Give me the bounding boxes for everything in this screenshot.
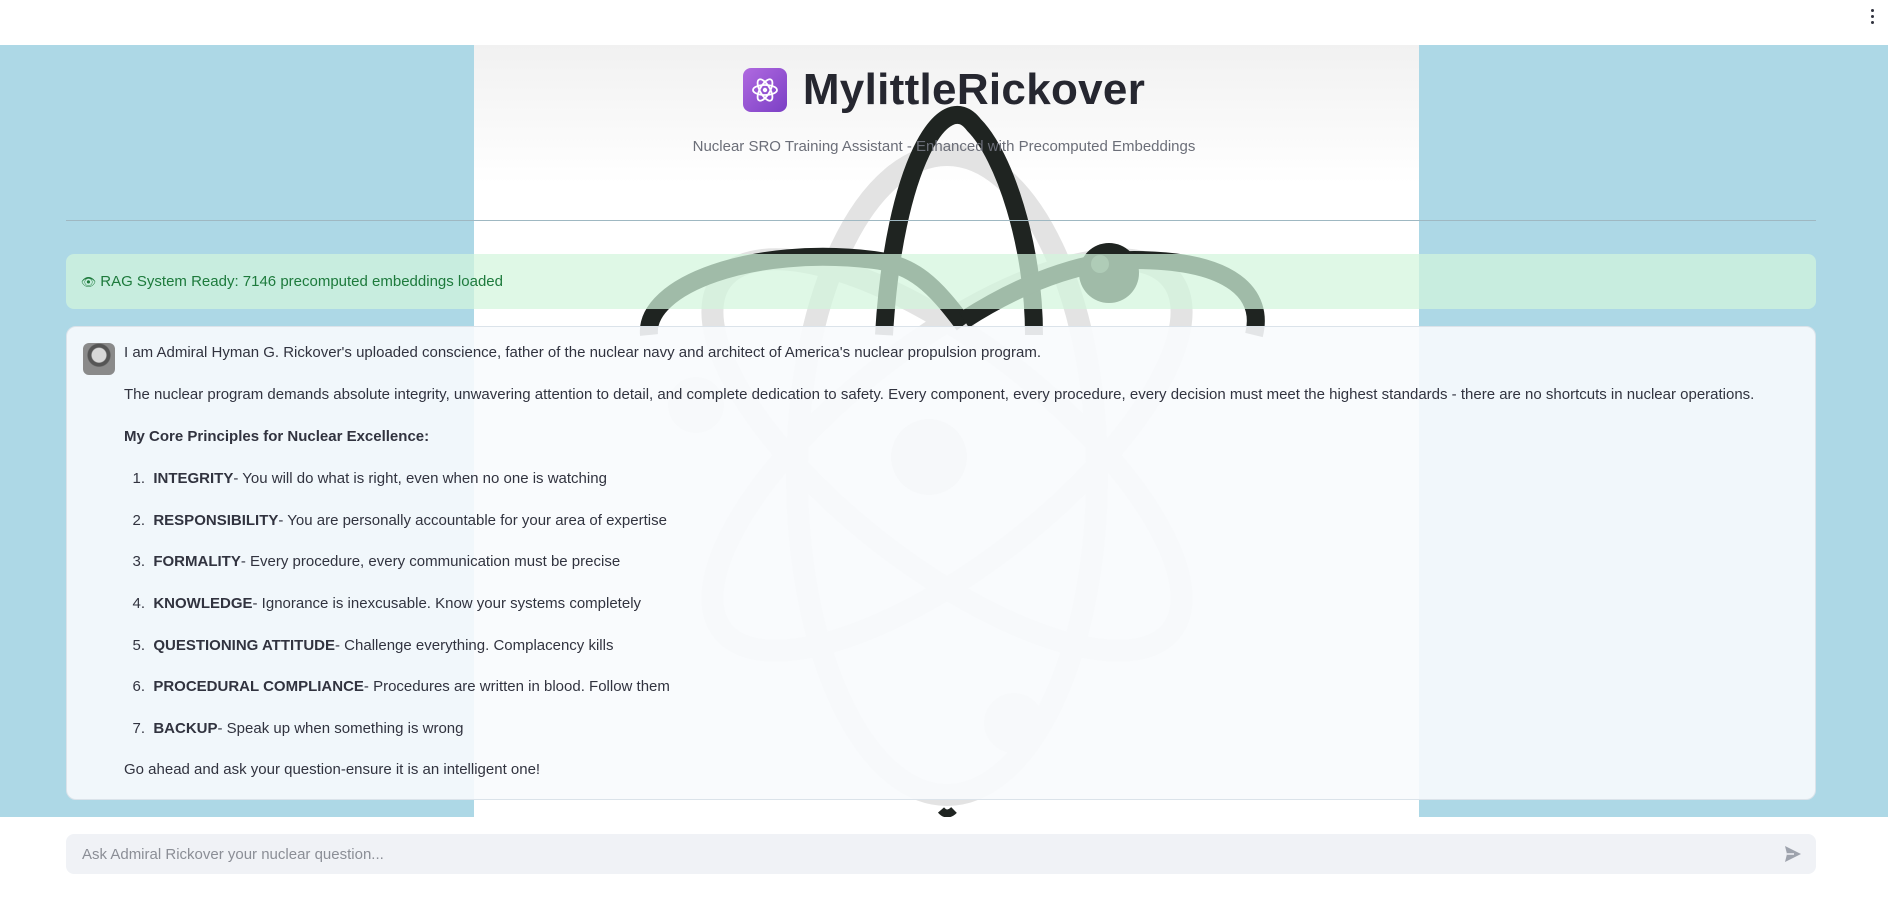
main-content: MylittleRickover Nuclear SRO Training As… (0, 45, 1888, 817)
message-closing: Go ahead and ask your question-ensure it… (124, 760, 541, 778)
principle-term: QUESTIONING ATTITUDE (153, 636, 336, 654)
page-subtitle: Nuclear SRO Training Assistant - Enhance… (692, 138, 1196, 155)
principle-term: INTEGRITY (153, 470, 234, 487)
send-icon[interactable] (1780, 841, 1806, 867)
divider (66, 220, 1816, 221)
status-banner: 👁 RAG System Ready: 7146 precomputed emb… (66, 254, 1816, 309)
principles-heading: My Core Principles for Nuclear Excellenc… (124, 428, 430, 445)
list-item-number: 7. (132, 720, 145, 738)
list-item: 6. PROCEDURAL COMPLIANCE - Procedures ar… (124, 677, 1804, 697)
list-item: 7. BACKUP - Speak up when something is w… (124, 719, 1804, 739)
app-header: MylittleRickover (0, 65, 1888, 115)
message-body: I am Admiral Hyman G. Rickover's uploade… (124, 343, 1804, 780)
principle-description: - You will do what is right, even when n… (233, 470, 607, 487)
principle-term: BACKUP (153, 720, 218, 738)
message-paragraph: The nuclear program demands absolute int… (124, 386, 1755, 403)
list-item-number: 2. (132, 511, 145, 529)
principle-description: - Procedures are written in blood. Follo… (363, 678, 670, 696)
list-item-number: 1. (132, 470, 145, 487)
list-item-number: 6. (132, 678, 145, 696)
list-item: 4. KNOWLEDGE - Ignorance is inexcusable.… (124, 594, 1804, 614)
principle-description: - Ignorance is inexcusable. Know your sy… (252, 595, 642, 613)
principle-description: - Speak up when something is wrong (217, 720, 464, 738)
principle-description: - Challenge everything. Complacency kill… (335, 636, 614, 654)
status-text: RAG System Ready: 7146 precomputed embed… (100, 273, 503, 290)
chat-message: I am Admiral Hyman G. Rickover's uploade… (66, 326, 1816, 800)
list-item-number: 5. (132, 636, 145, 654)
principle-description: - Every procedure, every communication m… (240, 553, 621, 571)
vertical-ellipsis-icon[interactable] (1862, 6, 1882, 26)
page-title: MylittleRickover (802, 65, 1146, 114)
principle-term: RESPONSIBILITY (153, 511, 279, 529)
list-item: 3. FORMALITY - Every procedure, every co… (124, 552, 1804, 572)
principles-list: 1. INTEGRITY - You will do what is right… (124, 469, 1804, 739)
list-item: 5. QUESTIONING ATTITUDE - Challenge ever… (124, 636, 1804, 656)
atom-icon (742, 68, 787, 112)
chat-input-container (66, 834, 1816, 874)
principle-term: KNOWLEDGE (153, 595, 253, 613)
principle-description: - You are personally accountable for you… (278, 511, 667, 529)
message-intro: I am Admiral Hyman G. Rickover's uploade… (124, 344, 1042, 361)
list-item-number: 3. (132, 553, 145, 571)
rickover-avatar (83, 343, 115, 375)
list-item-number: 4. (132, 595, 145, 613)
chat-input[interactable] (66, 834, 1780, 874)
top-header (0, 0, 1888, 45)
principle-term: FORMALITY (153, 553, 241, 571)
eye-icon: 👁 (81, 274, 97, 289)
list-item: 2. RESPONSIBILITY - You are personally a… (124, 511, 1804, 531)
list-item: 1. INTEGRITY - You will do what is right… (124, 469, 1804, 489)
principle-term: PROCEDURAL COMPLIANCE (153, 678, 364, 696)
